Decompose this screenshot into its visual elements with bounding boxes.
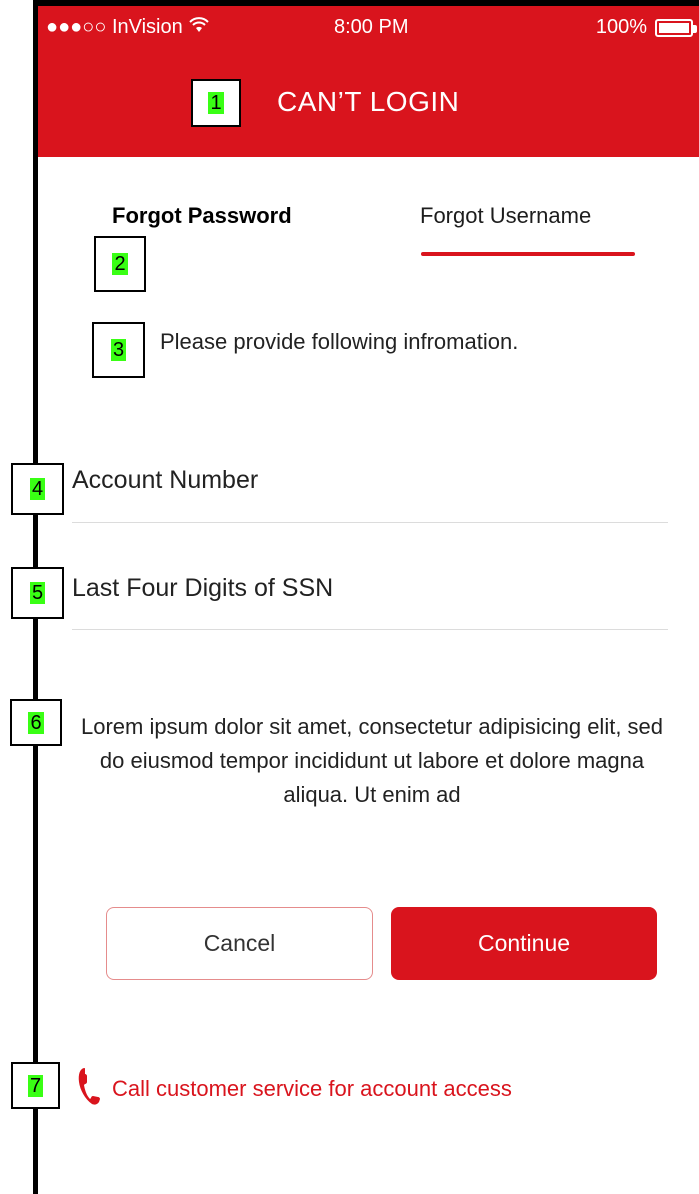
callout-7: 7	[11, 1062, 60, 1109]
callout-6-label: 6	[28, 711, 44, 734]
callout-3-label: 3	[110, 339, 127, 361]
tab-forgot-password[interactable]: Forgot Password	[112, 203, 292, 229]
active-tab-indicator	[421, 252, 635, 256]
continue-button[interactable]: Continue	[391, 907, 657, 980]
callout-4-label: 4	[29, 478, 46, 500]
tab-forgot-username[interactable]: Forgot Username	[420, 203, 591, 229]
phone-icon	[76, 1066, 102, 1112]
call-customer-service-link[interactable]: Call customer service for account access	[76, 1066, 512, 1112]
callout-2: 2	[94, 236, 146, 292]
callout-2-label: 2	[112, 253, 128, 275]
page-title: CAN’T LOGIN	[277, 86, 460, 117]
callout-1: 1	[191, 79, 241, 127]
status-left: ●●●○○ InVision	[46, 16, 209, 39]
battery-icon	[655, 18, 697, 37]
status-time: 8:00 PM	[334, 16, 409, 38]
wifi-icon	[189, 16, 209, 39]
callout-5-label: 5	[29, 582, 46, 604]
call-link-label[interactable]: Call customer service for account access	[112, 1076, 512, 1102]
callout-1-label: 1	[208, 92, 224, 114]
callout-7-label: 7	[27, 1074, 44, 1097]
cancel-button[interactable]: Cancel	[106, 907, 373, 980]
info-paragraph: Lorem ipsum dolor sit amet, consectetur …	[80, 714, 664, 807]
carrier-label: ●●●○○ InVision	[46, 16, 183, 38]
status-right: 100%	[595, 16, 697, 39]
callout-5: 5	[11, 567, 64, 619]
account-number-field[interactable]	[72, 466, 668, 523]
callout-4: 4	[11, 463, 64, 515]
ssn-field[interactable]	[72, 574, 668, 630]
account-number-input[interactable]	[72, 466, 668, 495]
instruction-text: Please provide following infromation.	[160, 329, 519, 354]
status-bar: ●●●○○ InVision 8:00 PM 100%	[38, 10, 699, 46]
callout-3: 3	[92, 322, 145, 378]
ssn-input[interactable]	[72, 574, 668, 603]
battery-label: 100%	[595, 16, 647, 38]
callout-6: 6	[10, 699, 62, 746]
